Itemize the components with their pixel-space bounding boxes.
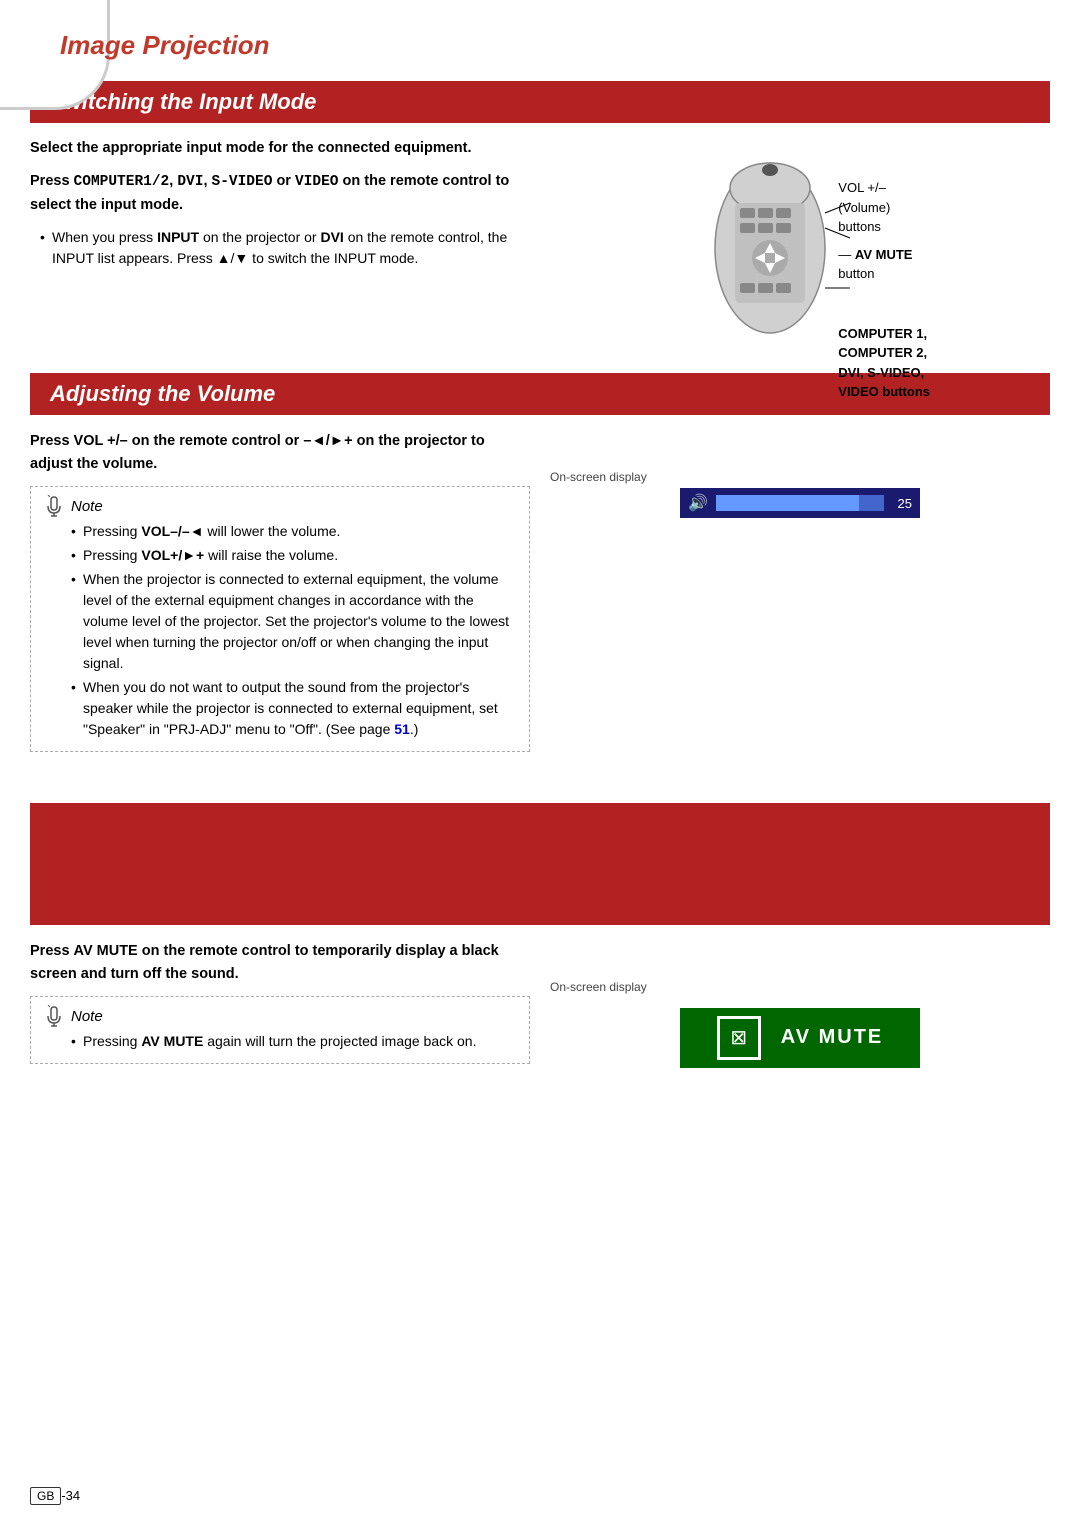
section1-intro: Select the appropriate input mode for th…	[30, 138, 530, 160]
remote-right-labels: VOL +/– (Volume) buttons — AV MUTE butto…	[838, 178, 930, 402]
cmd-dvi: DVI	[177, 174, 203, 190]
section2-note-header: Note	[43, 495, 517, 517]
section1-left: Select the appropriate input mode for th…	[30, 138, 530, 348]
footer-page: -34	[61, 1488, 80, 1503]
section1-bullet-1: When you press INPUT on the projector or…	[40, 227, 530, 269]
section3-twocol: Press AV MUTE on the remote control to t…	[30, 940, 1050, 1072]
section3-press: Press AV MUTE on the remote control to t…	[30, 940, 530, 986]
computer-label-group: COMPUTER 1, COMPUTER 2, DVI, S-VIDEO, VI…	[838, 324, 930, 402]
buttons-label: buttons	[838, 219, 881, 234]
section2-press: Press VOL +/– on the remote control or –…	[30, 430, 530, 476]
volume-number: 25	[892, 496, 912, 511]
section1-press: Press COMPUTER1/2, DVI, S-VIDEO or VIDEO…	[30, 170, 530, 217]
title-line1: Displaying the Black	[70, 819, 305, 846]
note-icon-avmute	[43, 1005, 65, 1027]
av-mute-label: — AV MUTE	[838, 245, 930, 265]
section3-left: Press AV MUTE on the remote control to t…	[30, 940, 530, 1072]
remote-diagram: VOL +/– (Volume) buttons — AV MUTE butto…	[670, 148, 930, 348]
section2-content: Press VOL +/– on the remote control or –…	[0, 415, 1080, 775]
button-label: button	[838, 266, 874, 281]
avmute-icon-box: ⊠	[717, 1016, 761, 1060]
page-title: Image Projection	[60, 30, 270, 61]
avmute-projector-icon: ⊠	[730, 1025, 747, 1050]
volume-bar-fill	[716, 495, 859, 511]
section2-note-box: Note Pressing VOL–/–◄ will lower the vol…	[30, 486, 530, 752]
av-mute-text: AV MUTE	[855, 247, 913, 262]
section-bar-blackscreen: Displaying the Black Screen and Turning …	[30, 803, 1050, 925]
computer1-label: COMPUTER 1,	[838, 326, 927, 341]
section3-note-content: Pressing AV MUTE again will turn the pro…	[43, 1031, 517, 1052]
section3-note-label: Note	[71, 1008, 103, 1025]
section1-bullets: When you press INPUT on the projector or…	[40, 227, 530, 269]
video-label: VIDEO buttons	[838, 384, 930, 399]
cmd-computer: COMPUTER1/2	[74, 174, 170, 190]
section-title-switching: Switching the Input Mode	[50, 89, 1030, 115]
section2-twocol: Press VOL +/– on the remote control or –…	[30, 430, 1050, 760]
cmd-svideo: S-VIDEO	[212, 174, 273, 190]
spacer1	[0, 785, 1080, 803]
vol-label-group: VOL +/– (Volume) buttons — AV MUTE butto…	[838, 178, 930, 284]
note-bullet-2: Pressing VOL+/►+ will raise the volume.	[71, 545, 517, 566]
volume-label: (Volume)	[838, 200, 890, 215]
section-title-blackscreen: Displaying the Black Screen and Turning …	[50, 811, 1030, 917]
section1-content: Select the appropriate input mode for th…	[0, 123, 1080, 363]
footer-badge: GB	[30, 1487, 61, 1505]
note-bullet-3: When the projector is connected to exter…	[71, 569, 517, 674]
avmute-display: ⊠ AV MUTE	[680, 1008, 920, 1068]
dvi-label: DVI, S-VIDEO,	[838, 365, 924, 380]
section3-note-header: Note	[43, 1005, 517, 1027]
note-icon-volume	[43, 495, 65, 517]
section-switching-input: Switching the Input Mode Select the appr…	[0, 81, 1080, 363]
volume-speaker-icon: 🔊	[688, 493, 708, 513]
cmd-video: VIDEO	[295, 174, 339, 190]
vol-label: VOL +/–	[838, 180, 886, 195]
section-bar-switching: Switching the Input Mode	[30, 81, 1050, 123]
onscreen-label-volume: On-screen display	[550, 470, 647, 484]
section3-content: Press AV MUTE on the remote control to t…	[0, 925, 1080, 1087]
section3-note-box: Note Pressing AV MUTE again will turn th…	[30, 996, 530, 1064]
section2-left: Press VOL +/– on the remote control or –…	[30, 430, 530, 760]
page-footer: GB-34	[30, 1488, 80, 1503]
volume-bar-container: 🔊 25	[680, 488, 920, 518]
section2-note-content: Pressing VOL–/–◄ will lower the volume. …	[43, 521, 517, 740]
section-adjusting-volume: Adjusting the Volume Press VOL +/– on th…	[0, 373, 1080, 775]
section2-right: On-screen display 🔊 25	[550, 430, 1050, 760]
computer2-label: COMPUTER 2,	[838, 345, 927, 360]
section1-twocol: Select the appropriate input mode for th…	[30, 138, 1050, 348]
title-line3: the Sound Temporarily	[70, 882, 330, 909]
section3-right: On-screen display ⊠ AV MUTE	[550, 940, 1050, 1072]
avmute-text-label: AV MUTE	[781, 1026, 884, 1049]
page-header: Image Projection	[0, 0, 1080, 81]
section2-note-label: Note	[71, 498, 103, 515]
avmute-note-bullet: Pressing AV MUTE again will turn the pro…	[71, 1031, 517, 1052]
section1-right: VOL +/– (Volume) buttons — AV MUTE butto…	[550, 138, 1050, 348]
volume-bar-bg	[716, 495, 884, 511]
note-bullet-1: Pressing VOL–/–◄ will lower the volume.	[71, 521, 517, 542]
title-line2: Screen and Turning off	[70, 851, 332, 878]
section-black-screen: Displaying the Black Screen and Turning …	[0, 803, 1080, 1087]
note-bullet-4: When you do not want to output the sound…	[71, 677, 517, 740]
onscreen-label-avmute: On-screen display	[550, 980, 647, 994]
